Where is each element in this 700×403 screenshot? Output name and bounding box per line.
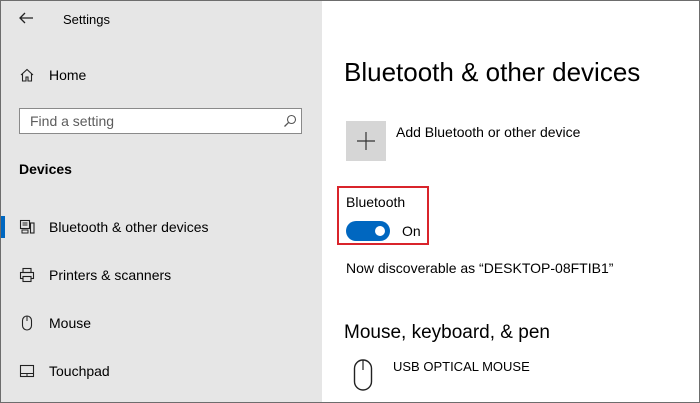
sidebar-item-mouse[interactable]: Mouse [1, 306, 322, 340]
settings-window: Settings Home Devices Bluetooth & other … [0, 0, 700, 403]
device-item[interactable]: USB OPTICAL MOUSE [346, 356, 686, 396]
back-arrow-icon [19, 12, 33, 24]
sidebar-item-label: Bluetooth & other devices [49, 219, 209, 235]
discoverable-text: Now discoverable as “DESKTOP-08FTIB1” [346, 260, 614, 276]
sidebar-item-home[interactable]: Home [1, 59, 322, 91]
plus-icon [357, 132, 375, 150]
bluetooth-devices-icon [19, 219, 35, 234]
section-title: Devices [19, 161, 72, 177]
sidebar-item-printers[interactable]: Printers & scanners [1, 258, 322, 292]
mouse-icon [353, 359, 373, 391]
sidebar-item-label: Touchpad [49, 363, 110, 379]
page-title: Bluetooth & other devices [344, 57, 641, 87]
sidebar-item-label: Mouse [49, 315, 92, 331]
add-device-label[interactable]: Add Bluetooth or other device [396, 124, 580, 140]
mouse-keyboard-pen-heading: Mouse, keyboard, & pen [344, 322, 550, 343]
search-box [19, 108, 302, 134]
sidebar: Settings Home Devices Bluetooth & other … [1, 1, 322, 402]
home-icon [20, 68, 34, 82]
touchpad-icon [19, 364, 35, 378]
bluetooth-label: Bluetooth [346, 194, 406, 210]
search-input[interactable] [20, 109, 270, 133]
mouse-icon [21, 315, 33, 331]
add-device-button[interactable] [346, 121, 386, 161]
sidebar-item-label: Home [49, 67, 87, 83]
device-name: USB OPTICAL MOUSE [393, 359, 530, 374]
main-content: Bluetooth & other devices Add Bluetooth … [322, 1, 699, 402]
sidebar-item-touchpad[interactable]: Touchpad [1, 354, 322, 388]
toggle-knob [375, 226, 385, 236]
bluetooth-toggle-state: On [402, 223, 421, 239]
printer-icon [19, 267, 35, 283]
sidebar-item-label: Printers & scanners [49, 267, 172, 283]
back-button[interactable] [17, 9, 35, 27]
app-title: Settings [63, 12, 110, 27]
bluetooth-toggle[interactable] [346, 221, 390, 241]
search-icon[interactable] [283, 114, 297, 128]
sidebar-item-bluetooth[interactable]: Bluetooth & other devices [1, 210, 322, 244]
